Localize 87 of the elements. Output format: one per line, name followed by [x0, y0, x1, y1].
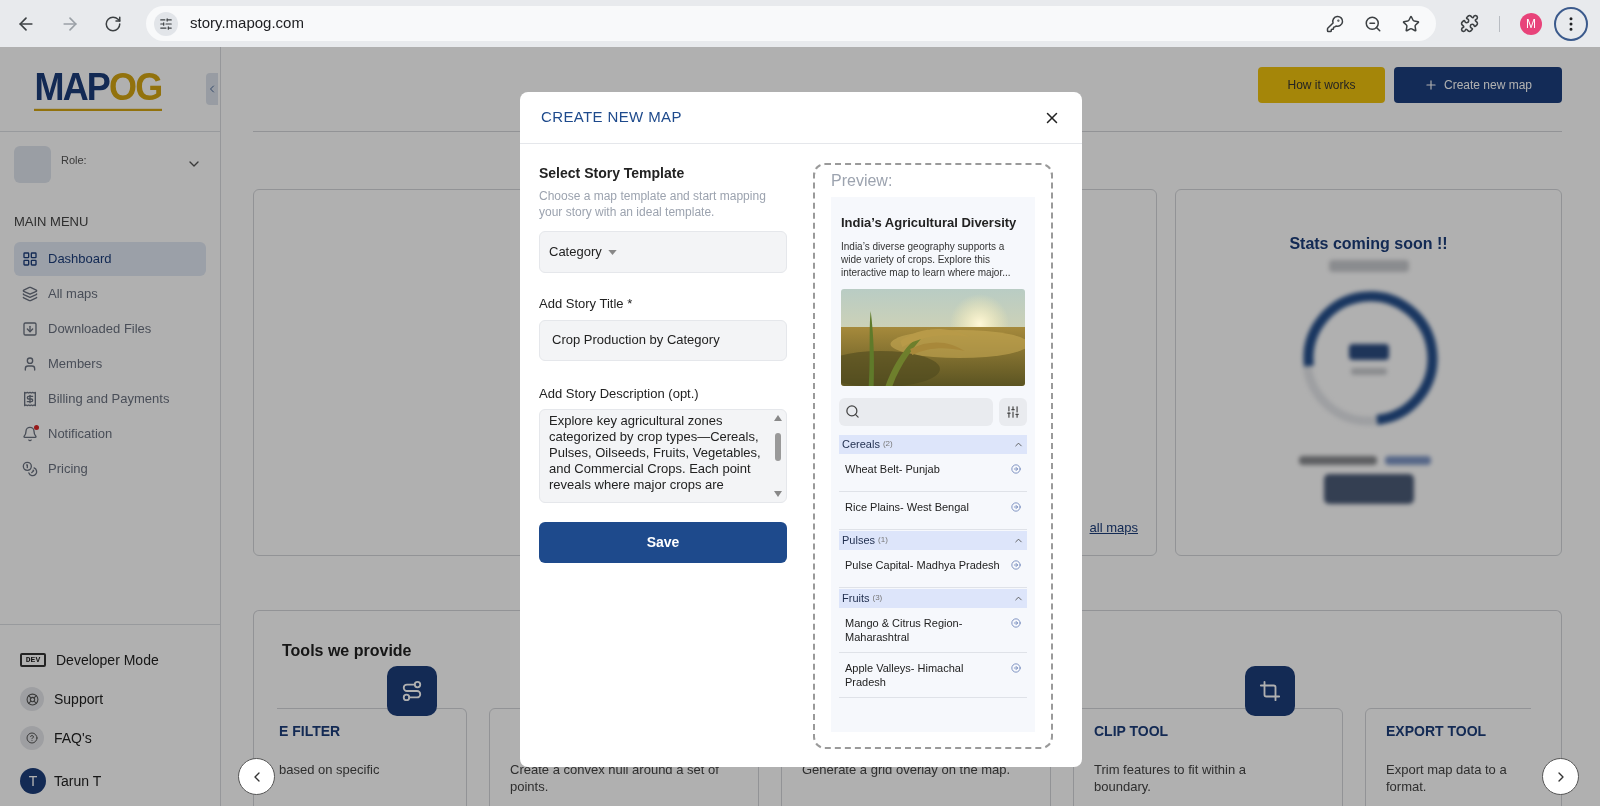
location-item[interactable]: Pulse Capital- Madhya Pradesh — [839, 549, 1027, 588]
category-header[interactable]: Fruits (3) — [839, 588, 1027, 608]
zoom-out-icon[interactable] — [1364, 14, 1382, 33]
bell-icon — [22, 425, 38, 442]
tool-title: EXPORT TOOL — [1386, 722, 1488, 741]
create-map-button[interactable]: Create new map — [1394, 67, 1562, 103]
preview-label: Preview: — [831, 171, 894, 191]
footer-item[interactable]: DEV Developer Mode — [20, 647, 200, 673]
search-field[interactable] — [839, 397, 993, 426]
tool-card[interactable]: EXPORT TOOL Export map data to a format. — [1365, 708, 1531, 806]
tools-title: Tools we provide — [282, 641, 412, 661]
url-text: story.mapog.com — [190, 13, 304, 34]
sidebar-item[interactable]: Dashboard — [14, 241, 206, 276]
grid-icon — [22, 250, 38, 267]
layers-icon — [22, 285, 38, 302]
dialog-title: CREATE NEW MAP — [541, 107, 682, 128]
menu-heading: MAIN MENU — [13, 213, 90, 231]
sidebar-item[interactable]: All maps — [14, 276, 206, 311]
preview-title: India’s Agricultural Diversity — [840, 214, 1018, 232]
tool-title: CLIP TOOL — [1094, 722, 1170, 741]
field-label: Select Story Template — [539, 164, 686, 183]
tool-card[interactable]: CLIP TOOL Trim features to fit within a boundary. — [1073, 708, 1343, 806]
tool-title: E FILTER — [279, 722, 342, 741]
preview-description: India’s diverse geography supports a wide variety of crops. Explore this interactive map to learn where major... — [840, 239, 1012, 279]
tool-description: Trim features to fit within a boundary. — [1094, 761, 1247, 795]
address-bar[interactable]: story.mapog.com — [146, 6, 1436, 41]
sidebar-item[interactable]: Downloaded Files — [14, 311, 206, 346]
support-icon — [20, 687, 44, 711]
stats-title: Stats coming soon !! — [1289, 234, 1448, 254]
arrow-circle-icon — [1011, 501, 1021, 512]
star-icon[interactable] — [1402, 14, 1420, 33]
footer-label: Support — [54, 689, 104, 709]
arrow-circle-icon — [1011, 617, 1021, 628]
how-it-works-button[interactable]: How it works — [1258, 67, 1385, 103]
location-item[interactable]: Apple Valleys- Himachal Pradesh — [839, 652, 1027, 698]
user-avatar[interactable]: T — [20, 768, 46, 794]
arrow-circle-icon — [1011, 662, 1021, 673]
role-label: Role: — [61, 153, 87, 168]
field-hint: Choose a map template and start mapping your story with an ideal template. — [539, 188, 767, 220]
receipt-icon — [22, 390, 38, 407]
extensions-icon[interactable] — [1460, 14, 1479, 33]
user-icon — [22, 355, 38, 372]
footer-item[interactable]: Support — [20, 686, 200, 712]
carousel-prev-button[interactable] — [238, 758, 275, 795]
field-label: Add Story Description (opt.) — [539, 384, 700, 403]
sidebar-item[interactable]: Pricing — [14, 451, 206, 486]
sidebar-item[interactable]: Members — [14, 346, 206, 381]
reload-icon[interactable] — [104, 14, 122, 33]
site-settings-icon[interactable] — [154, 11, 178, 36]
footer-item[interactable]: FAQ's — [20, 725, 200, 751]
help-icon — [20, 726, 44, 750]
title-field[interactable]: Crop Production by Category — [539, 319, 787, 361]
logo: MAPOG — [34, 67, 162, 111]
crop-icon — [1245, 666, 1295, 716]
template-select[interactable]: Category — [539, 231, 787, 273]
tool-card[interactable]: E FILTER based on specific — [277, 708, 467, 806]
user-name: Tarun T — [54, 771, 102, 791]
coins-icon — [22, 460, 38, 477]
sidebar-item[interactable]: Billing and Payments — [14, 381, 206, 416]
search-icon — [845, 404, 860, 419]
plus-icon — [1423, 78, 1438, 92]
menu-icon[interactable] — [1554, 6, 1588, 41]
category-header[interactable]: Pulses (1) — [839, 530, 1027, 550]
carousel-next-button[interactable] — [1542, 758, 1579, 795]
sidebar-item[interactable]: Notification — [14, 416, 206, 451]
tool-description: based on specific — [279, 761, 381, 778]
profile-avatar[interactable]: M — [1520, 12, 1542, 35]
caret-icon — [607, 249, 617, 255]
tool-description: Export map data to a format. — [1386, 761, 1508, 795]
dev-badge: DEV — [20, 653, 46, 667]
footer-label: FAQ's — [54, 728, 92, 748]
arrow-circle-icon — [1011, 559, 1021, 570]
sliders-icon — [1006, 404, 1020, 419]
field-label: Add Story Title * — [539, 295, 634, 313]
footer-label: Developer Mode — [56, 650, 159, 670]
download-icon — [22, 320, 38, 337]
location-item[interactable]: Rice Plains- West Bengal — [839, 491, 1027, 530]
description-field[interactable]: Explore key agricultural zones categorized by crop types—Cereals, Pulses, Oilseeds, Fruits, Vegetables, and Commercial Crops. Each point reveals where major crops are — [539, 409, 787, 503]
key-icon[interactable] — [1326, 14, 1344, 33]
route-icon — [387, 666, 437, 716]
category-header[interactable]: Cereals (2) — [839, 434, 1027, 454]
filter-button[interactable] — [999, 397, 1027, 426]
location-item[interactable]: Wheat Belt- Punjab — [839, 453, 1027, 492]
save-button[interactable]: Save — [539, 522, 787, 563]
location-item[interactable]: Mango & Citrus Region- Maharashtral — [839, 607, 1027, 653]
view-maps-link[interactable]: all maps — [1089, 517, 1138, 537]
arrow-circle-icon — [1011, 463, 1021, 474]
